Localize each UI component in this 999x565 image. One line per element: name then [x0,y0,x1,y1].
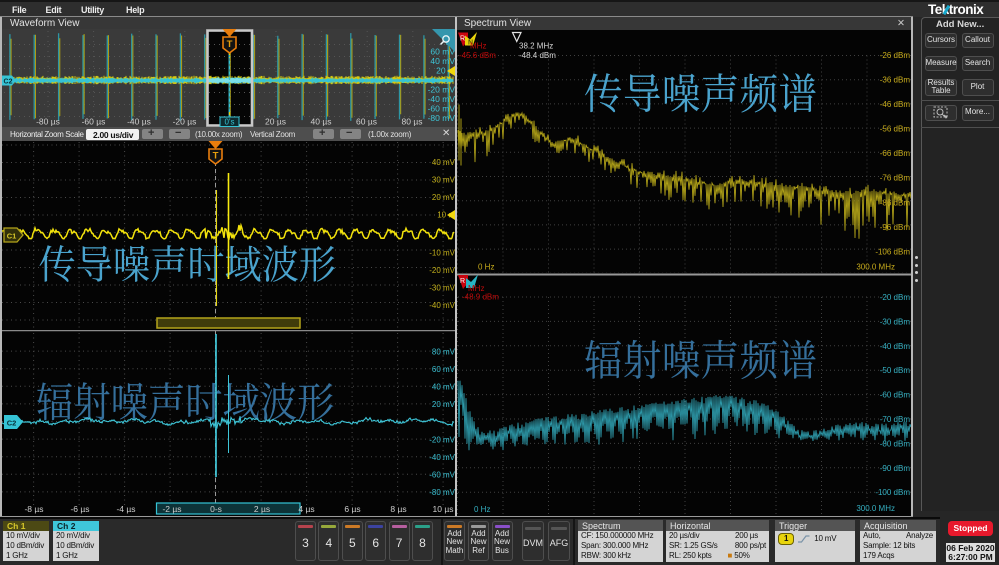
svg-text:R: R [460,35,465,42]
svg-text:-30 dBm: -30 dBm [880,317,911,326]
svg-text:0 Hz: 0 Hz [474,505,490,514]
svg-text:-60 mV: -60 mV [428,104,456,114]
svg-text:-40 mV: -40 mV [428,94,456,104]
svg-text:-48.4 dBm: -48.4 dBm [519,51,556,60]
svg-text:MHz: MHz [470,41,486,50]
svg-text:-30 mV: -30 mV [429,284,455,293]
svg-text:40 mV: 40 mV [430,56,455,66]
svg-text:-76 dBm: -76 dBm [880,173,911,182]
svg-text:-96 dBm: -96 dBm [880,222,911,231]
svg-text:-90 dBm: -90 dBm [880,464,911,473]
svg-text:20 mV: 20 mV [432,193,456,202]
svg-text:-20 µs: -20 µs [173,117,197,127]
svg-text:-106 dBm: -106 dBm [875,247,910,256]
svg-text:-20 dBm: -20 dBm [880,293,911,302]
svg-text:-60 µs: -60 µs [82,117,106,127]
svg-text:-36 dBm: -36 dBm [880,75,911,84]
svg-text:40 µs: 40 µs [311,117,332,127]
svg-text:-40 mV: -40 mV [429,453,455,462]
svg-text:T: T [227,39,233,50]
svg-text:-66 dBm: -66 dBm [880,149,911,158]
svg-text:-20 mV: -20 mV [428,85,456,95]
svg-text:2 µs: 2 µs [254,504,270,514]
svg-text:300.0 MHz: 300.0 MHz [856,504,895,513]
svg-text:20 µs: 20 µs [265,117,286,127]
svg-text:C1: C1 [7,232,17,241]
svg-text:-86 dBm: -86 dBm [880,198,911,207]
svg-text:0-s: 0-s [210,504,222,514]
svg-text:60 µs: 60 µs [356,117,377,127]
svg-text:-40 dBm: -40 dBm [880,342,911,351]
svg-text:-4 µs: -4 µs [116,504,135,514]
svg-text:-45.6 dBm: -45.6 dBm [459,51,496,60]
svg-text:-46 dBm: -46 dBm [880,100,911,109]
svg-text:C2: C2 [4,79,13,86]
svg-text:300.0 MHz: 300.0 MHz [856,262,895,271]
svg-text:-40 mV: -40 mV [429,301,455,310]
svg-text:-40 µs: -40 µs [127,117,151,127]
svg-text:-50 dBm: -50 dBm [880,366,911,375]
svg-text:-100 dBm: -100 dBm [875,488,910,497]
svg-text:-60 dBm: -60 dBm [880,391,911,400]
svg-text:C2: C2 [7,419,17,428]
svg-text:-10 mV: -10 mV [429,249,455,258]
svg-text:40 mV: 40 mV [432,383,456,392]
svg-text:-20 mV: -20 mV [429,436,455,445]
svg-text:-80 mV: -80 mV [429,488,455,497]
svg-text:4 µs: 4 µs [298,504,314,514]
svg-text:38.2 MHz: 38.2 MHz [519,41,553,50]
svg-text:60 mV: 60 mV [432,365,456,374]
svg-text:-2 µs: -2 µs [162,504,181,514]
svg-text:40 mV: 40 mV [432,158,456,167]
svg-text:-60 mV: -60 mV [429,471,455,480]
svg-text:-80 dBm: -80 dBm [880,439,911,448]
svg-text:-48.9 dBm: -48.9 dBm [462,293,499,302]
svg-text:-8 µs: -8 µs [24,504,43,514]
svg-text:-6 µs: -6 µs [70,504,89,514]
svg-text:-80 mV: -80 mV [428,113,456,123]
svg-text:20 mV: 20 mV [432,400,456,409]
svg-text:80 µs: 80 µs [402,117,423,127]
svg-text:-70 dBm: -70 dBm [880,415,911,424]
svg-text:T: T [213,151,219,162]
svg-text:10 µs: 10 µs [433,504,454,514]
svg-text:-26 dBm: -26 dBm [880,51,911,60]
svg-text:30 mV: 30 mV [432,176,456,185]
svg-text:-20 mV: -20 mV [429,266,455,275]
svg-text:R: R [460,278,465,285]
svg-text:-80 µs: -80 µs [36,117,60,127]
svg-text:0's: 0's [225,118,235,127]
svg-text:8 µs: 8 µs [390,504,406,514]
svg-text:6 µs: 6 µs [344,504,360,514]
svg-text:-56 dBm: -56 dBm [880,124,911,133]
svg-text:80 mV: 80 mV [432,348,456,357]
svg-text:0 Hz: 0 Hz [478,262,494,271]
